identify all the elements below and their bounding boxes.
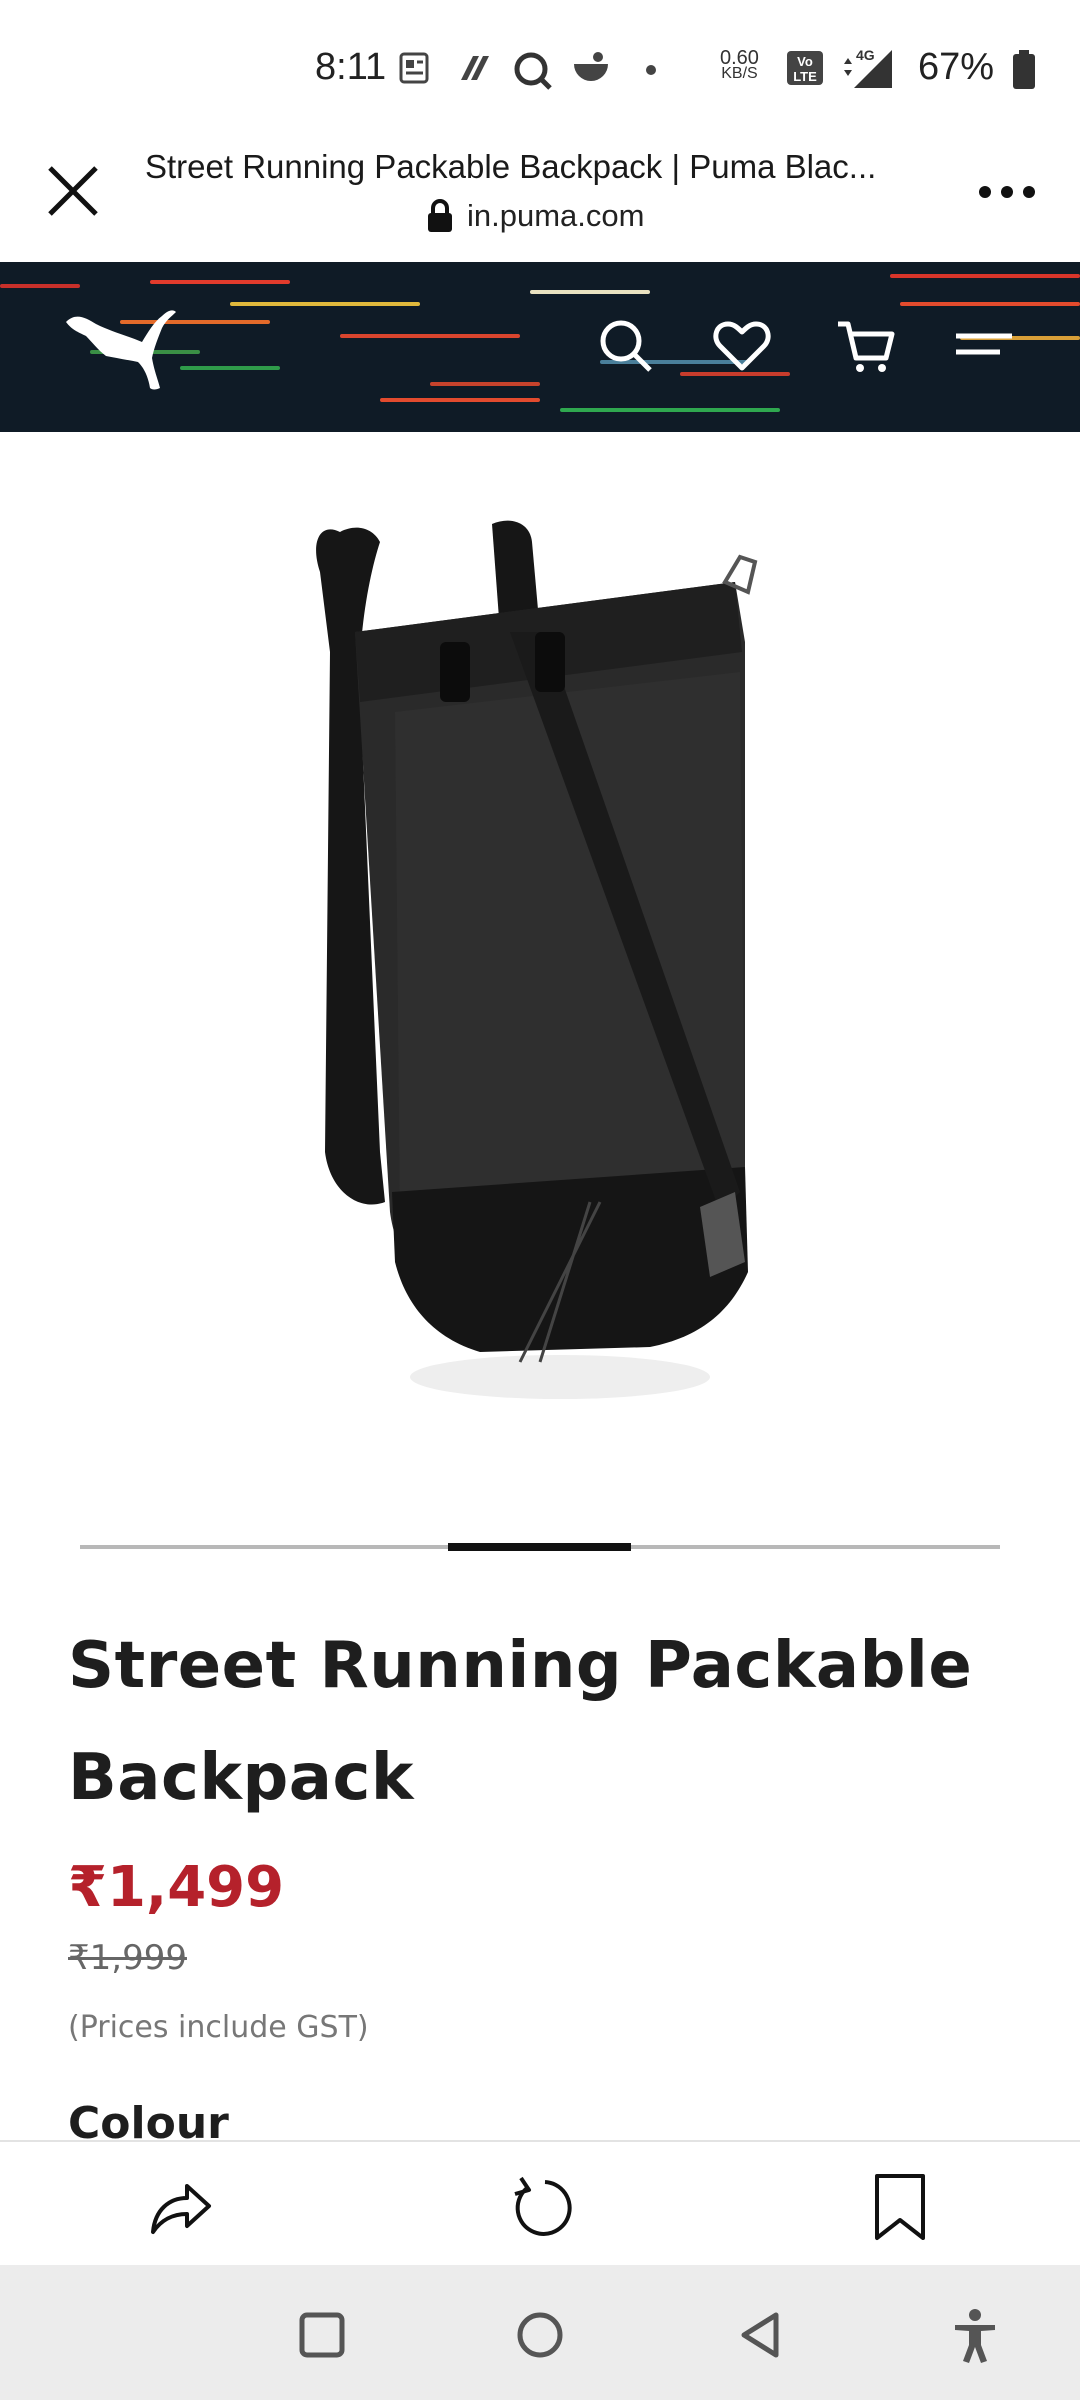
svg-text:LTE: LTE <box>793 69 817 84</box>
browser-bottom-toolbar <box>0 2140 1080 2265</box>
battery-percent: 67% <box>918 46 995 88</box>
banner-streak <box>560 408 780 412</box>
bookmark-icon[interactable] <box>865 2172 935 2242</box>
recents-icon[interactable] <box>292 2305 352 2365</box>
banner-streak <box>230 302 420 306</box>
menu-icon[interactable] <box>952 314 1016 378</box>
banner-streak <box>530 290 650 294</box>
banner-streak <box>900 302 1080 306</box>
status-bar: 8:11 0.60 KB/S Vo LTE 4G 67% <box>0 0 1080 130</box>
heart-icon[interactable] <box>710 314 774 378</box>
dot-icon <box>646 65 656 75</box>
home-icon[interactable] <box>510 2305 570 2365</box>
banner-streak <box>0 284 80 288</box>
close-icon[interactable] <box>42 160 104 222</box>
refresh-icon[interactable] <box>505 2172 575 2242</box>
back-icon[interactable] <box>730 2305 790 2365</box>
url-bar[interactable]: in.puma.com <box>425 194 644 238</box>
status-time: 8:11 <box>315 46 387 88</box>
app-icon <box>461 56 489 80</box>
product-title: Street Running Packable Backpack <box>68 1629 973 1815</box>
news-icon <box>399 52 429 84</box>
page-title: Street Running Packable Backpack | Puma … <box>145 148 877 185</box>
url-text: in.puma.com <box>467 198 645 233</box>
signal-icon: 4G <box>844 47 892 88</box>
backpack-image <box>316 520 758 1399</box>
product-price: ₹1,499 <box>68 1855 285 1920</box>
system-navigation-bar <box>0 2265 1080 2400</box>
search-app-icon <box>514 52 552 90</box>
browser-header: Street Running Packable Backpack | Puma … <box>0 130 1080 262</box>
net-speed: 0.60 KB/S <box>720 47 759 82</box>
banner-streak <box>380 398 540 402</box>
puma-logo-icon[interactable] <box>62 302 182 397</box>
volte-icon: Vo LTE <box>787 51 823 85</box>
site-nav <box>0 262 1080 432</box>
banner-streak <box>150 280 290 284</box>
search-icon[interactable] <box>594 314 658 378</box>
cart-icon[interactable] <box>834 314 898 378</box>
share-icon[interactable] <box>145 2172 215 2242</box>
product-image[interactable] <box>0 432 1080 1512</box>
battery-icon <box>1013 50 1035 89</box>
more-options-icon[interactable] <box>975 172 1039 212</box>
banner-streak <box>430 382 540 386</box>
lock-icon <box>428 199 452 232</box>
product-original-price: ₹1,999 <box>68 1938 187 1978</box>
network-type-label: 4G <box>856 47 875 63</box>
image-carousel-active-indicator <box>448 1543 631 1551</box>
svg-text:Vo: Vo <box>797 54 813 69</box>
banner-streak <box>890 274 1080 278</box>
accessibility-icon[interactable] <box>945 2305 1005 2365</box>
food-app-icon <box>574 52 608 81</box>
tax-note: (Prices include GST) <box>68 2010 369 2045</box>
banner-streak <box>180 366 280 370</box>
banner-streak <box>340 334 520 338</box>
colour-heading: Colour <box>68 2098 229 2141</box>
